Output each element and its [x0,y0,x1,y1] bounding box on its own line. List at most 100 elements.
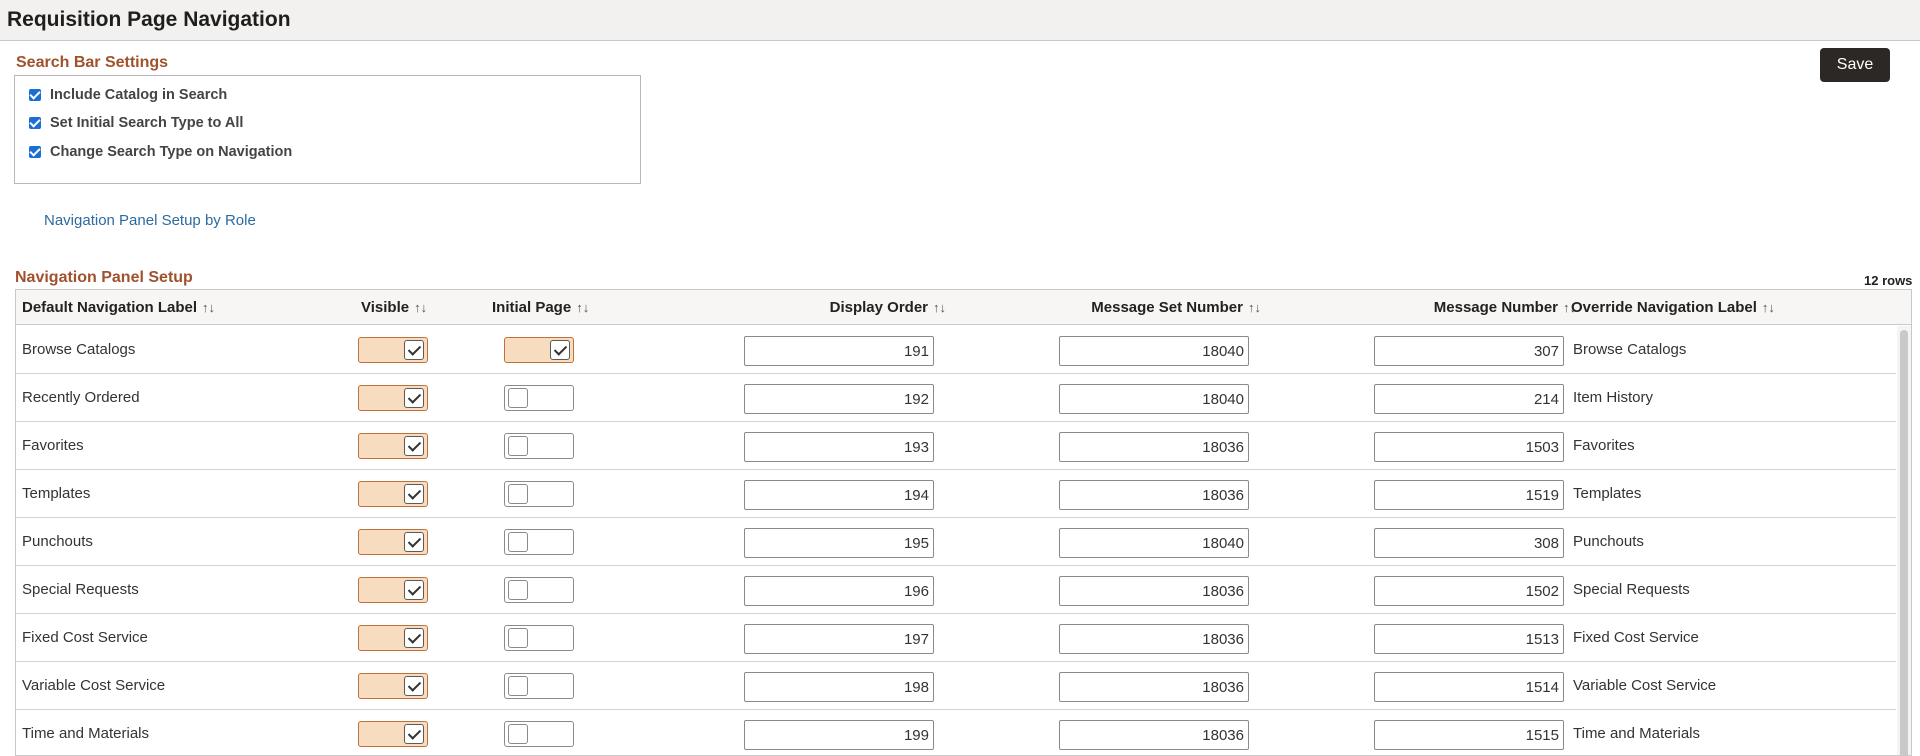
include-catalog-label: Include Catalog in Search [50,87,228,103]
display-order-input[interactable]: 196 [744,576,934,606]
table-row: Variable Cost Service 198 18036 1514 Variabl… [16,662,1896,710]
col-initial-page[interactable]: Initial Page ↑↓ [492,290,589,325]
override-label-cell: Fixed Cost Service [1573,629,1699,646]
display-order-input[interactable]: 192 [744,384,934,414]
initial-page-checkbox[interactable] [504,529,574,555]
initial-page-checkbox[interactable] [504,577,574,603]
display-order-input[interactable]: 195 [744,528,934,558]
checkbox-knob [508,484,528,504]
initial-page-checkbox[interactable] [504,337,574,363]
visible-checkbox[interactable] [358,625,428,651]
default-label-cell: Favorites [22,437,84,454]
display-order-input[interactable]: 193 [744,432,934,462]
initial-search-type-option[interactable]: Set Initial Search Type to All [29,114,243,132]
display-order-input[interactable]: 194 [744,480,934,510]
row-count: 12 rows [1864,273,1913,288]
include-catalog-checkbox[interactable] [29,89,41,101]
initial-page-checkbox[interactable] [504,433,574,459]
visible-checkbox[interactable] [358,337,428,363]
display-order-input[interactable]: 198 [744,672,934,702]
message-number-input[interactable]: 1503 [1374,432,1564,462]
initial-page-checkbox[interactable] [504,673,574,699]
visible-checkbox[interactable] [358,721,428,747]
initial-page-checkbox[interactable] [504,721,574,747]
check-icon [404,532,424,552]
message-number-input[interactable]: 307 [1374,336,1564,366]
nav-panel-by-role-link[interactable]: Navigation Panel Setup by Role [44,212,256,229]
table-row: Browse Catalogs 191 18040 307 Browse Catalog… [16,326,1896,374]
display-order-input[interactable]: 199 [744,720,934,750]
message-number-input[interactable]: 1514 [1374,672,1564,702]
initial-search-type-checkbox[interactable] [29,117,41,129]
message-set-input[interactable]: 18036 [1059,576,1249,606]
message-number-input[interactable]: 1502 [1374,576,1564,606]
sort-icon[interactable]: ↑↓ [202,300,215,315]
message-number-input[interactable]: 1519 [1374,480,1564,510]
check-icon [404,436,424,456]
message-set-input[interactable]: 18040 [1059,336,1249,366]
override-label-cell: Browse Catalogs [1573,341,1687,358]
checkbox-knob [508,388,528,408]
default-label-cell: Templates [22,485,91,502]
table-row: Special Requests 196 18036 1502 Special Requ… [16,566,1896,614]
default-label-cell: Variable Cost Service [22,677,166,694]
message-set-input[interactable]: 18036 [1059,720,1249,750]
visible-checkbox[interactable] [358,481,428,507]
display-order-input[interactable]: 191 [744,336,934,366]
override-label-cell: Item History [1573,389,1654,406]
col-message-set[interactable]: Message Set Number ↑↓ [1016,290,1261,325]
sort-icon[interactable]: ↑↓ [933,300,946,315]
initial-page-checkbox[interactable] [504,385,574,411]
initial-page-checkbox[interactable] [504,625,574,651]
default-label-cell: Punchouts [22,533,93,550]
override-label-cell: Templates [1573,485,1642,502]
scrollbar-thumb[interactable] [1900,330,1908,755]
default-label-cell: Time and Materials [22,725,149,742]
message-set-input[interactable]: 18040 [1059,384,1249,414]
change-search-type-label: Change Search Type on Navigation [50,144,293,160]
sort-icon[interactable]: ↑↓ [414,300,427,315]
col-visible[interactable]: Visible ↑↓ [361,290,427,325]
visible-checkbox[interactable] [358,529,428,555]
message-number-input[interactable]: 308 [1374,528,1564,558]
check-icon [404,580,424,600]
checkbox-knob [508,532,528,552]
display-order-input[interactable]: 197 [744,624,934,654]
check-icon [404,388,424,408]
col-default-label[interactable]: Default Navigation Label ↑↓ [22,290,215,325]
save-button[interactable]: Save [1820,48,1890,82]
default-label-cell: Special Requests [22,581,139,598]
sort-icon[interactable]: ↑↓ [576,300,589,315]
override-label-cell: Favorites [1573,437,1635,454]
message-number-input[interactable]: 1515 [1374,720,1564,750]
table-row: Time and Materials 199 18036 1515 Time and M… [16,710,1896,755]
message-number-input[interactable]: 214 [1374,384,1564,414]
table-row: Recently Ordered 192 18040 214 Item History [16,374,1896,422]
col-message-number[interactable]: Message Number ↑↓ [1346,290,1576,325]
override-label-cell: Variable Cost Service [1573,677,1717,694]
sort-icon[interactable]: ↑↓ [1248,300,1261,315]
include-catalog-option[interactable]: Include Catalog in Search [29,86,227,104]
check-icon [404,340,424,360]
message-number-input[interactable]: 1513 [1374,624,1564,654]
checkbox-knob [508,724,528,744]
initial-page-checkbox[interactable] [504,481,574,507]
change-search-type-option[interactable]: Change Search Type on Navigation [29,143,292,161]
nav-panel-grid: Default Navigation Label ↑↓ Visible ↑↓ Ini… [15,289,1912,756]
grid-scrollbar[interactable] [1897,326,1911,755]
message-set-input[interactable]: 18036 [1059,672,1249,702]
col-override-label[interactable]: Override Navigation Label ↑↓ [1571,290,1775,325]
sort-icon[interactable]: ↑↓ [1762,300,1775,315]
message-set-input[interactable]: 18036 [1059,624,1249,654]
visible-checkbox[interactable] [358,385,428,411]
visible-checkbox[interactable] [358,433,428,459]
message-set-input[interactable]: 18040 [1059,528,1249,558]
visible-checkbox[interactable] [358,577,428,603]
message-set-input[interactable]: 18036 [1059,480,1249,510]
col-display-order[interactable]: Display Order ↑↓ [716,290,946,325]
table-row: Fixed Cost Service 197 18036 1513 Fixed Cost… [16,614,1896,662]
checkbox-knob [508,436,528,456]
message-set-input[interactable]: 18036 [1059,432,1249,462]
visible-checkbox[interactable] [358,673,428,699]
change-search-type-checkbox[interactable] [29,146,41,158]
